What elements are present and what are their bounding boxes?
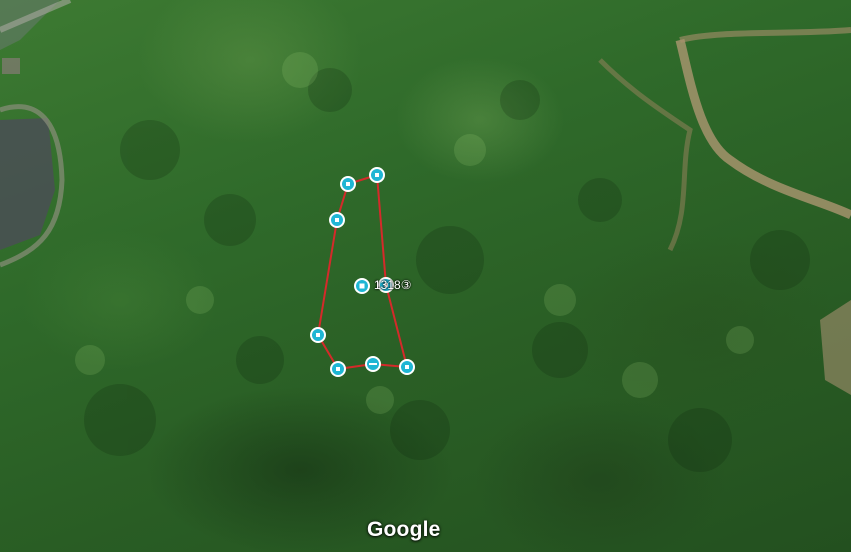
vertex-handle-icon[interactable]: [369, 167, 385, 183]
satellite-map[interactable]: 1318③ Google: [0, 0, 851, 552]
map-attribution: Google: [367, 518, 441, 541]
parcel-overlay: [310, 167, 415, 377]
vertex-handle-icon[interactable]: [399, 359, 415, 375]
vertex-handle-icon[interactable]: [340, 176, 356, 192]
parcel-center-icon[interactable]: [354, 278, 370, 294]
vertex-handle-icon[interactable]: [330, 361, 346, 377]
vertex-handle-icon[interactable]: [365, 356, 381, 372]
parcel-boundary[interactable]: [316, 173, 409, 371]
parcel-label[interactable]: 1318③: [374, 278, 411, 292]
vertex-handle-icon[interactable]: [329, 212, 345, 228]
vertex-handle-icon[interactable]: [310, 327, 326, 343]
